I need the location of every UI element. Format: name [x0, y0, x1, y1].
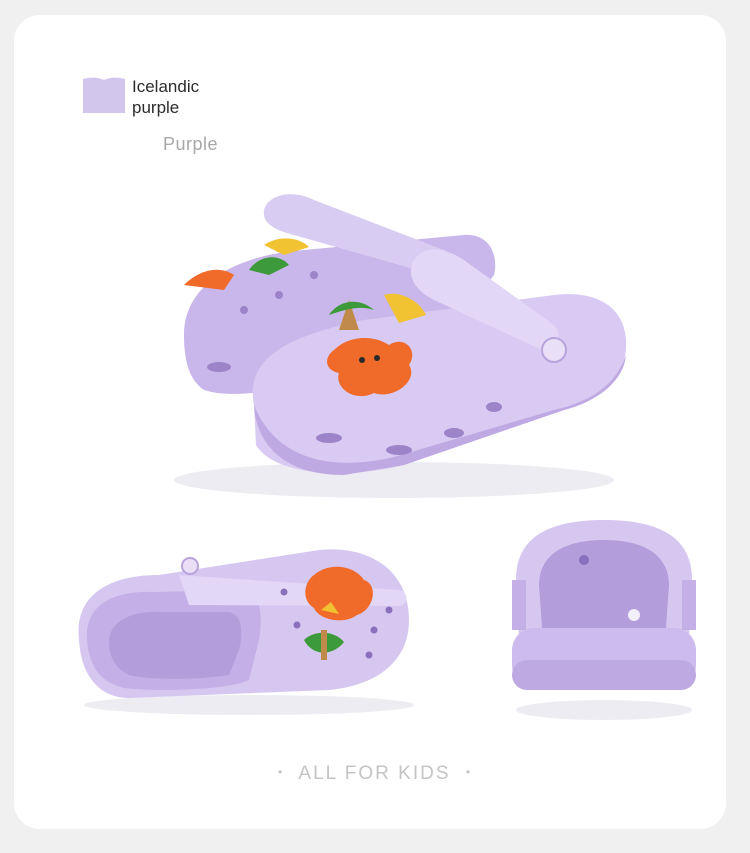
clog-side-photo	[78, 549, 414, 715]
product-card: Icelandic purple Purple	[14, 15, 726, 829]
tagline-dot-right: •	[465, 765, 473, 779]
color-name: Icelandic purple	[132, 76, 199, 118]
tagline: • ALL FOR KIDS •	[0, 763, 750, 785]
color-label: Purple	[163, 134, 219, 154]
color-name-line2: purple	[132, 98, 180, 117]
tagline-text: ALL FOR KIDS	[298, 763, 451, 784]
color-swatch	[83, 77, 125, 113]
tagline-dot-left: •	[277, 765, 285, 779]
clog-back-photo	[512, 520, 696, 720]
clog-pair-photo	[174, 194, 627, 498]
color-name-line1: Icelandic	[132, 77, 200, 96]
